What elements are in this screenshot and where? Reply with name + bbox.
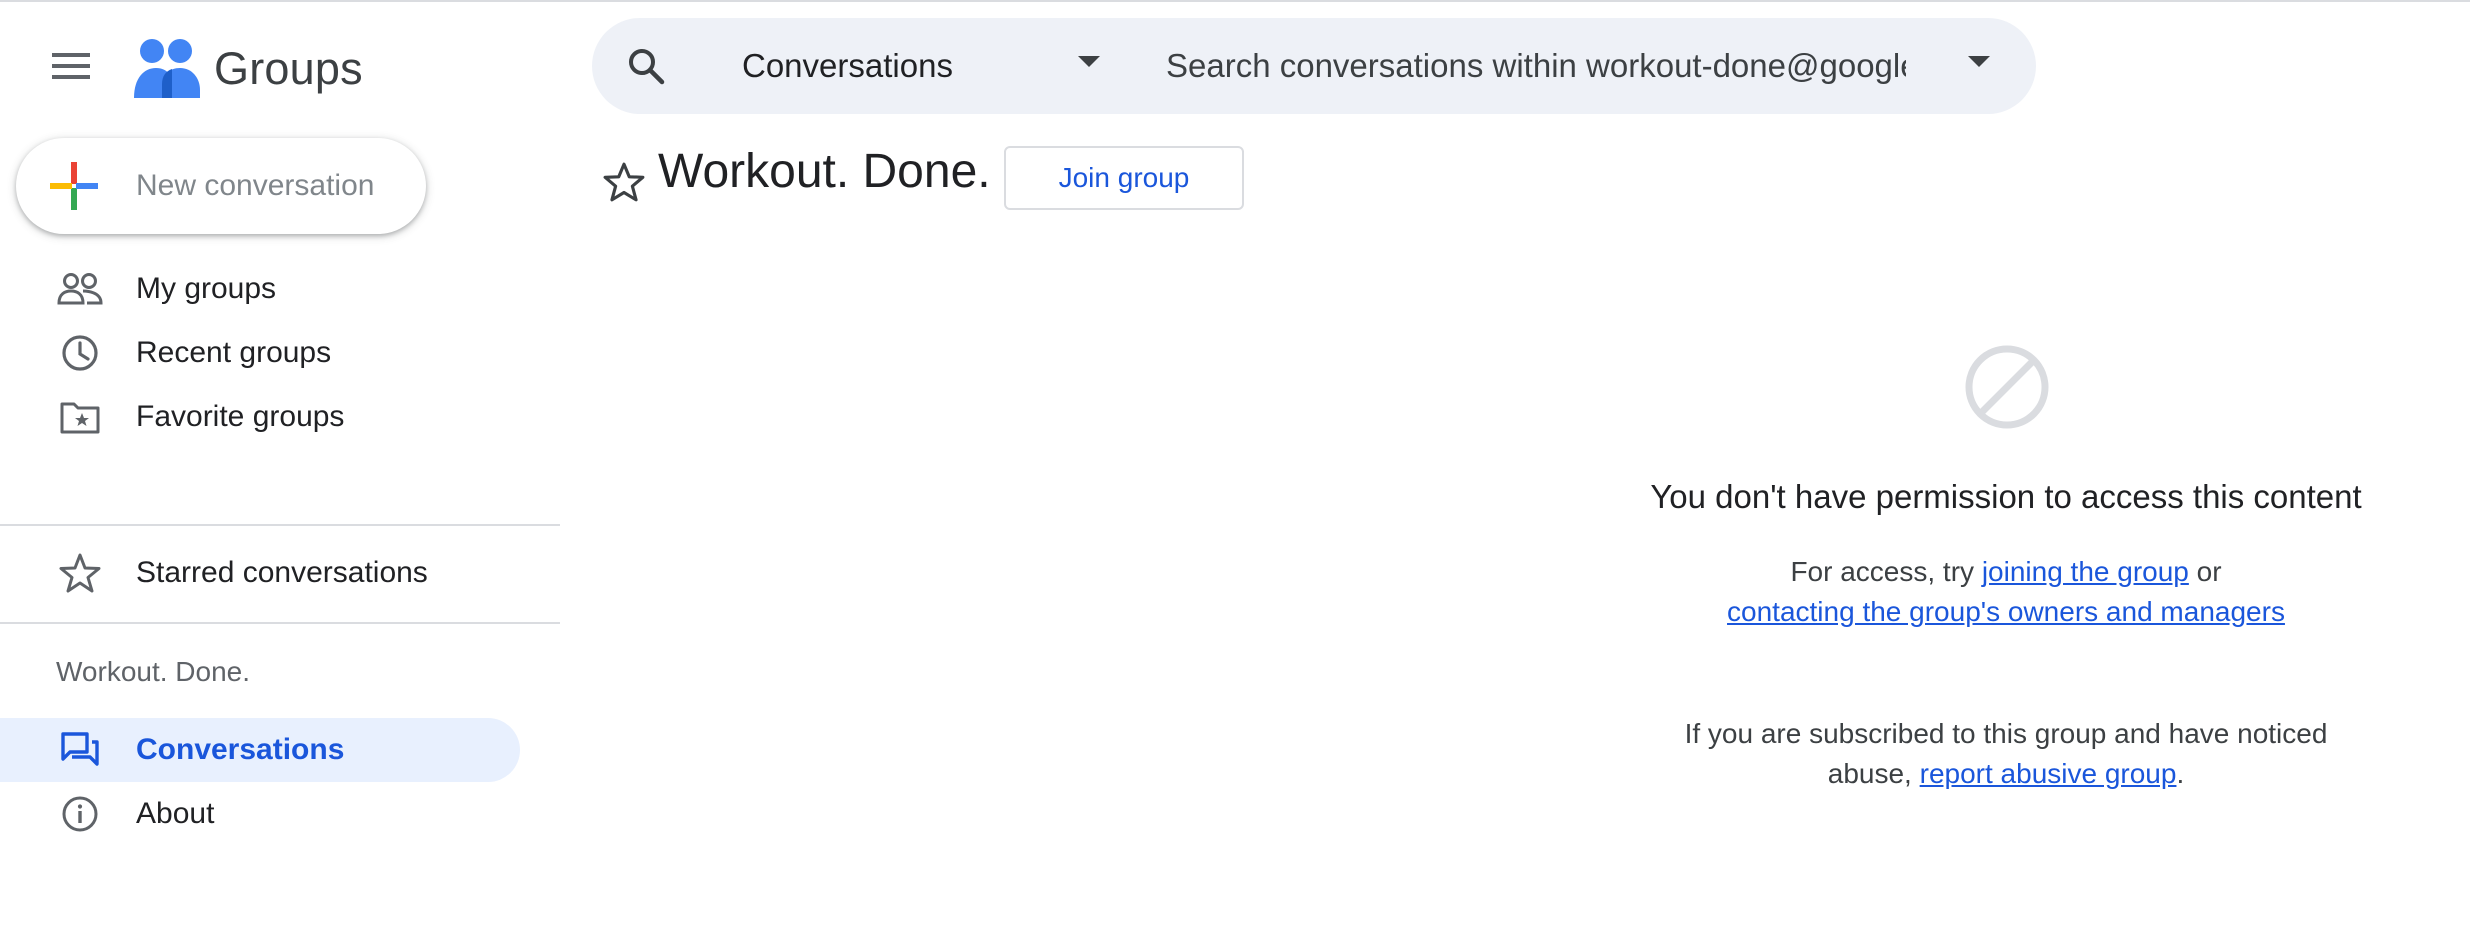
sidebar-item-label: Recent groups [136,336,332,369]
sidebar-item-starred-conversations[interactable]: Starred conversations [0,541,520,605]
plus-icon [50,162,98,210]
search-options-caret-icon[interactable] [1968,56,1990,68]
new-conversation-button[interactable]: New conversation [16,138,426,234]
join-group-link[interactable]: joining the group [1982,556,2189,587]
hamburger-menu-icon [52,53,90,79]
sidebar-item-favorite-groups[interactable]: Favorite groups [0,385,520,449]
groups-people-icon [134,39,200,98]
info-icon [56,790,104,838]
people-icon [56,265,104,313]
search-scope-dropdown[interactable]: Conversations [742,18,1112,114]
report-abuse-link[interactable]: report abusive group [1920,758,2177,789]
main-menu-button[interactable] [40,36,104,96]
permission-title: You don't have permission to access this… [1650,478,2362,515]
search-icon [629,49,665,85]
sidebar-item-recent-groups[interactable]: Recent groups [0,321,520,385]
abuse-message: If you are subscribed to this group and … [1660,714,2352,794]
groups-logo[interactable]: Groups [132,34,363,104]
search-scope-label: Conversations [742,47,953,84]
access-message: For access, try joining the group or con… [1680,552,2332,632]
sidebar-item-my-groups[interactable]: My groups [0,257,520,321]
search-bar: Conversations Search conversations withi… [592,18,2036,114]
sidebar-item-label: Starred conversations [136,556,428,589]
contact-owners-link[interactable]: contacting the group's owners and manage… [1727,596,2285,627]
join-group-button[interactable]: Join group [1004,146,1244,210]
sidebar-item-about[interactable]: About [0,782,520,846]
sidebar-divider [0,524,560,526]
favorite-group-star-icon[interactable] [602,160,646,204]
clock-icon [56,329,104,377]
sidebar-item-conversations[interactable]: Conversations [0,718,520,782]
star-outline-icon [56,549,104,597]
search-input[interactable]: Search conversations within workout-done… [1166,18,1906,114]
search-button[interactable] [622,42,670,90]
sidebar-divider [0,622,560,624]
access-prefix-text: For access, try [1790,556,1982,587]
page-title: Workout. Done. [658,145,991,198]
sidebar-item-label: Favorite groups [136,400,345,433]
top-border [0,0,2470,2]
group-section-title: Workout. Done. [56,656,251,687]
folder-star-icon [56,393,104,441]
caret-down-icon [1078,56,1100,67]
sidebar-item-label: My groups [136,272,277,305]
sidebar-item-label: About [136,797,215,830]
app-name: Groups [214,43,363,94]
new-conversation-label: New conversation [136,169,375,202]
abuse-suffix: . [2176,758,2185,789]
forum-icon [56,726,104,774]
sidebar-item-label: Conversations [136,733,345,766]
block-icon [1965,345,2049,429]
access-middle-text: or [2188,556,2222,587]
